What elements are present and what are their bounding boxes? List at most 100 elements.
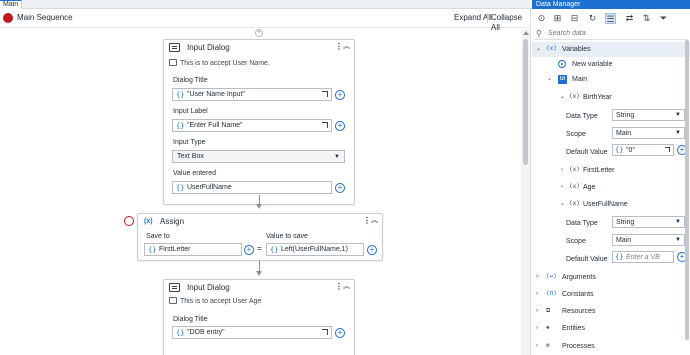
data-type-select[interactable]: String ▼: [612, 216, 685, 228]
data-manager-toolbar: ⊙ ⊞ ⊟ ↻ ☰ ⇄ ⇅ ⏷: [532, 9, 690, 28]
more-options-icon[interactable]: ⋮: [363, 216, 371, 226]
value-entered-value: UserFullName: [187, 184, 232, 191]
chevron-right-icon[interactable]: ›: [536, 273, 538, 281]
tree-item-arguments[interactable]: › (↔) Arguments: [532, 270, 690, 285]
scrollbar-thumb[interactable]: [523, 39, 528, 165]
scope-select[interactable]: Main ▼: [612, 127, 685, 139]
plus-icon[interactable]: +: [367, 245, 377, 255]
collapse-icon[interactable]: ⊟: [569, 13, 580, 24]
expand-editor-icon[interactable]: [322, 329, 328, 335]
variable-icon: (x): [569, 93, 580, 100]
tree-item-variables[interactable]: ⌄ (x) Variables: [532, 42, 690, 57]
chevron-down-icon[interactable]: ⌄: [547, 75, 552, 83]
plus-icon[interactable]: +: [244, 245, 254, 255]
expand-editor-icon[interactable]: [322, 91, 328, 97]
swap-icon[interactable]: ⇄: [624, 13, 635, 24]
expand-editor-icon[interactable]: [665, 147, 670, 152]
save-to-field[interactable]: {} FirstLetter: [144, 243, 242, 256]
tree-item-userfullname[interactable]: ⌄ (x) UserFullName: [532, 197, 690, 212]
variables-icon: (x): [546, 45, 557, 52]
collapse-chevron-icon[interactable]: ︽: [371, 217, 378, 225]
chevron-right-icon[interactable]: ›: [561, 183, 563, 191]
plus-icon[interactable]: +: [335, 121, 345, 131]
value-to-save-field[interactable]: {} Left(UserFullName,1): [266, 243, 364, 256]
ui-icon: Ui: [558, 75, 567, 84]
dialog-title-field[interactable]: {} "User Name Input": [172, 88, 332, 101]
tree-item-main[interactable]: ⌄ Ui Main: [532, 72, 690, 87]
chevron-right-icon[interactable]: ›: [536, 324, 538, 332]
breadcrumb-sequence[interactable]: Main Sequence: [17, 13, 73, 23]
chevron-down-icon: ▼: [675, 237, 681, 243]
list-view-icon[interactable]: ☰: [605, 13, 616, 24]
collapse-chevron-icon[interactable]: ︽: [343, 43, 350, 51]
breakpoint-icon[interactable]: [124, 216, 134, 226]
tree-item-entities[interactable]: › ◈ Entities: [532, 321, 690, 336]
input-type-value: Text Box: [177, 153, 204, 160]
chevron-down-icon: ▼: [675, 130, 681, 136]
tree-label: Arguments: [562, 274, 596, 281]
chevron-right-icon[interactable]: ›: [561, 166, 563, 174]
input-label-field[interactable]: {} "Enter Full Name": [172, 119, 332, 132]
value-entered-field[interactable]: {} UserFullName: [172, 181, 332, 194]
chevron-down-icon[interactable]: ⌄: [560, 93, 565, 101]
tree-item-constants[interactable]: › (π) Constants: [532, 287, 690, 302]
tree-label: Resources: [562, 308, 596, 315]
data-type-value: String: [616, 112, 635, 119]
add-activity-icon[interactable]: +: [255, 29, 263, 37]
default-value-field[interactable]: {} Enter a VB: [612, 251, 674, 263]
filter-icon[interactable]: ⏷: [658, 13, 669, 24]
plus-icon[interactable]: +: [335, 328, 345, 338]
more-options-icon[interactable]: ⋮: [335, 42, 343, 52]
tree-label: UserFullName: [583, 201, 628, 208]
chevron-down-icon[interactable]: ⌄: [560, 200, 565, 208]
chevron-down-icon[interactable]: ⌄: [536, 45, 541, 53]
tree-label: Constants: [562, 291, 594, 298]
entities-icon: ◈: [546, 324, 550, 331]
expand-icon[interactable]: ⊞: [552, 13, 563, 24]
tree-item-firstletter[interactable]: › (x) FirstLetter: [532, 163, 690, 178]
data-manager-panel: Data Manager ⊙ ⊞ ⊟ ↻ ☰ ⇄ ⇅ ⏷ ⚲ ⌄ (x) Var…: [532, 0, 690, 355]
refresh-icon[interactable]: ↻: [587, 13, 598, 24]
data-manager-scrollbar[interactable]: [685, 40, 689, 340]
dialog-title-field[interactable]: {} "DOB entry": [172, 326, 332, 339]
designer-canvas: + Input Dialog ⋮ ︽ This is to accept Use…: [0, 29, 521, 355]
more-options-icon[interactable]: ⋮: [335, 282, 343, 292]
plus-icon[interactable]: +: [335, 183, 345, 193]
tree-item-birthyear[interactable]: ⌄ (x) BirthYear: [532, 90, 690, 105]
flow-arrow-icon: [256, 271, 262, 276]
scope-value: Main: [616, 130, 632, 137]
chevron-right-icon[interactable]: ›: [536, 307, 538, 315]
expression-icon: {}: [176, 122, 185, 130]
input-dialog-activity[interactable]: Input Dialog ⋮ ︽ This is to accept User …: [163, 39, 355, 205]
tree-item-new-variable[interactable]: New variable: [532, 57, 690, 72]
designer-scrollbar[interactable]: [521, 29, 530, 355]
scroll-up-icon[interactable]: [523, 31, 529, 35]
data-type-label: Data Type: [566, 113, 598, 120]
tree-item-resources[interactable]: › ⧉ Resources: [532, 304, 690, 319]
assign-activity[interactable]: (x) Assign ⋮ ︽ Save to Value to save {} …: [137, 213, 383, 261]
target-icon[interactable]: ⊙: [536, 13, 547, 24]
tab-main[interactable]: Main: [0, 0, 23, 9]
expand-editor-icon[interactable]: [322, 122, 328, 128]
input-dialog-activity[interactable]: Input Dialog ⋮ ︽ This is to accept User …: [163, 279, 355, 355]
search-input[interactable]: [548, 28, 686, 39]
activity-header: (x) Assign ⋮ ︽: [138, 214, 382, 228]
scope-select[interactable]: Main ▼: [612, 234, 685, 246]
input-type-select[interactable]: Text Box ▼: [172, 150, 345, 163]
document-tab-bar: Main: [0, 0, 531, 9]
chevron-down-icon: ▼: [675, 219, 681, 225]
sort-icon[interactable]: ⇅: [641, 13, 652, 24]
tree-item-age[interactable]: › (x) Age: [532, 180, 690, 195]
sequence-breakpoint-icon[interactable]: [3, 13, 13, 23]
chevron-right-icon[interactable]: ›: [536, 290, 538, 298]
default-value-field[interactable]: {} "0": [612, 144, 674, 156]
expression-icon: {}: [176, 91, 185, 99]
panel-title: Data Manager: [532, 0, 690, 9]
data-type-select[interactable]: String ▼: [612, 109, 685, 121]
annotation: This is to accept User Age: [169, 297, 261, 306]
annotation-icon: [169, 59, 177, 66]
collapse-chevron-icon[interactable]: ︽: [343, 283, 350, 291]
chevron-right-icon[interactable]: ›: [536, 342, 538, 350]
tree-item-processes[interactable]: › ⚙ Processes: [532, 339, 690, 354]
plus-icon[interactable]: +: [335, 90, 345, 100]
